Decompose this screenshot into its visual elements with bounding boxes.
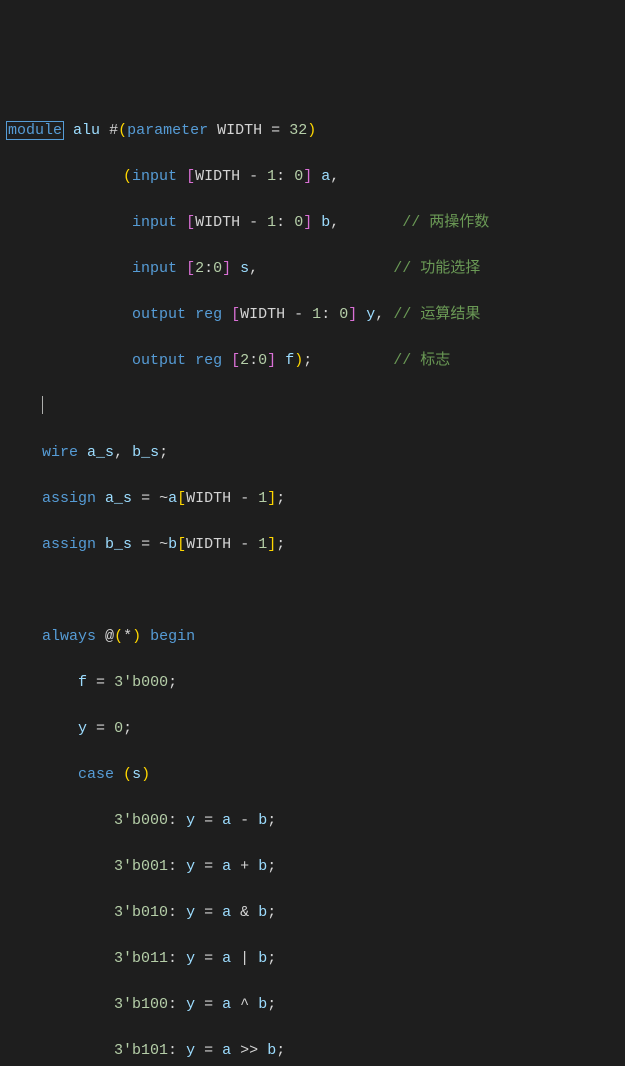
code-line: output reg [WIDTH - 1: 0] y, // 运算结果 bbox=[0, 303, 625, 326]
code-line: f = 3'b000; bbox=[0, 671, 625, 694]
code-line: 3'b011: y = a | b; bbox=[0, 947, 625, 970]
text-cursor bbox=[42, 396, 43, 414]
comment: // 标志 bbox=[393, 352, 450, 369]
code-line: 3'b000: y = a - b; bbox=[0, 809, 625, 832]
comment: // 功能选择 bbox=[393, 260, 480, 277]
code-line: (input [WIDTH - 1: 0] a, bbox=[0, 165, 625, 188]
keyword-module: module bbox=[6, 121, 64, 140]
comment: // 运算结果 bbox=[393, 306, 480, 323]
comment: // 两操作数 bbox=[402, 214, 489, 231]
code-line bbox=[0, 395, 625, 418]
code-line: 3'b100: y = a ^ b; bbox=[0, 993, 625, 1016]
code-line: always @(*) begin bbox=[0, 625, 625, 648]
code-line: 3'b010: y = a & b; bbox=[0, 901, 625, 924]
code-line bbox=[0, 579, 625, 602]
code-line: case (s) bbox=[0, 763, 625, 786]
code-line: input [WIDTH - 1: 0] b, // 两操作数 bbox=[0, 211, 625, 234]
code-line: input [2:0] s, // 功能选择 bbox=[0, 257, 625, 280]
code-line: 3'b001: y = a + b; bbox=[0, 855, 625, 878]
module-name: alu bbox=[73, 122, 100, 139]
code-line: module alu #(parameter WIDTH = 32) bbox=[0, 119, 625, 142]
code-line: y = 0; bbox=[0, 717, 625, 740]
code-editor[interactable]: module alu #(parameter WIDTH = 32) (inpu… bbox=[0, 92, 625, 1066]
code-line: assign a_s = ~a[WIDTH - 1]; bbox=[0, 487, 625, 510]
code-line: wire a_s, b_s; bbox=[0, 441, 625, 464]
code-line: assign b_s = ~b[WIDTH - 1]; bbox=[0, 533, 625, 556]
code-line: 3'b101: y = a >> b; bbox=[0, 1039, 625, 1062]
code-line: output reg [2:0] f); // 标志 bbox=[0, 349, 625, 372]
